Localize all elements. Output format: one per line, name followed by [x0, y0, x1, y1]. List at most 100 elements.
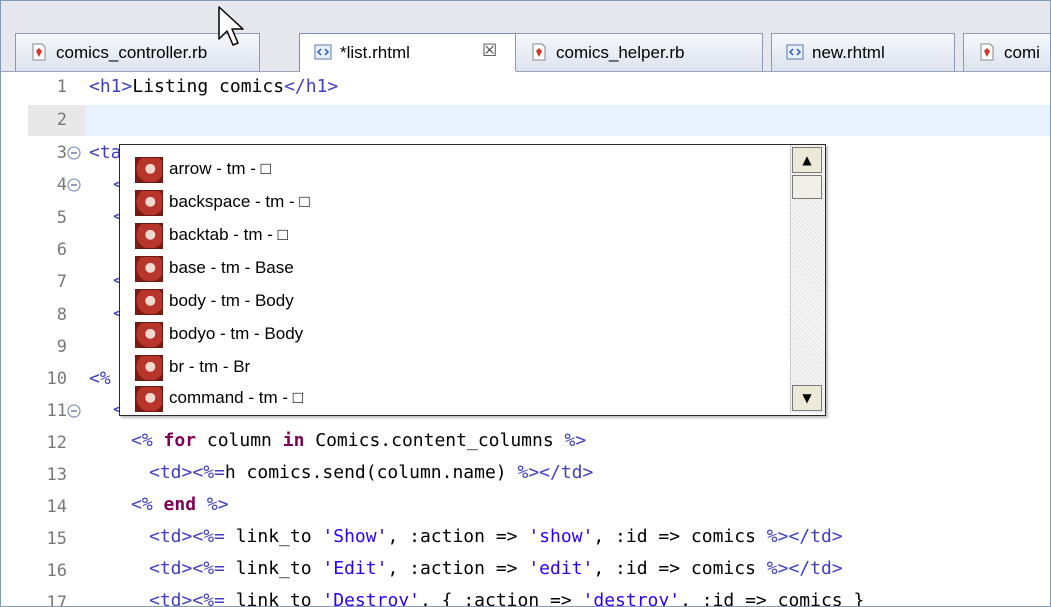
autocomplete-item[interactable]: base - tm - Base: [135, 253, 785, 285]
code-token: </td>: [788, 526, 843, 547]
code-token: <td>: [149, 558, 193, 579]
line-number: 11: [46, 401, 67, 421]
editor-tab-bar: comics_controller.rb *list.rhtml ☒ comic…: [1, 1, 1050, 72]
code-token: </td>: [788, 558, 843, 579]
code-line-12: <% for column in Comics.content_columns …: [131, 430, 586, 451]
autocomplete-item[interactable]: command - tm - □: [135, 383, 785, 415]
code-token: </h1>: [284, 76, 339, 97]
autocomplete-item-label: command - tm - □: [169, 388, 304, 407]
autocomplete-item-label: body - tm - Body: [169, 291, 294, 310]
line-number: 5: [56, 208, 67, 228]
code-token: %>: [766, 558, 789, 579]
rhtml-file-icon: [786, 44, 804, 60]
code-token: 'edit': [528, 558, 594, 579]
line-number: 7: [56, 272, 67, 292]
autocomplete-popup: arrow - tm - □ backspace - tm - □ backta…: [119, 144, 826, 416]
autocomplete-item[interactable]: body - tm - Body: [135, 286, 785, 318]
template-icon: [135, 223, 163, 249]
autocomplete-item[interactable]: arrow - tm - □: [135, 154, 785, 186]
autocomplete-item[interactable]: backspace - tm - □: [135, 187, 785, 219]
autocomplete-item-label: base - tm - Base: [169, 258, 294, 277]
code-token: 'Show': [322, 526, 388, 547]
line-number: 1: [56, 77, 67, 97]
code-token: <%=: [192, 590, 225, 607]
autocomplete-item-label: backspace - tm - □: [169, 192, 310, 211]
tab-label: *list.rhtml: [340, 43, 410, 62]
close-tab-icon[interactable]: ☒: [482, 41, 497, 61]
editor-window: comics_controller.rb *list.rhtml ☒ comic…: [0, 0, 1051, 607]
line-number: 17: [46, 593, 67, 607]
code-token: <%=: [192, 558, 225, 579]
autocomplete-item[interactable]: backtab - tm - □: [135, 220, 785, 252]
code-token: 'Destroy': [322, 590, 420, 607]
collapse-fold-icon[interactable]: [67, 178, 81, 192]
template-icon: [135, 190, 163, 216]
line-number: 9: [56, 337, 67, 357]
mouse-pointer-icon: [218, 6, 244, 46]
code-token: for: [163, 430, 197, 451]
autocomplete-item[interactable]: br - tm - Br: [135, 352, 785, 384]
code-line-3: <ta: [89, 142, 122, 163]
popup-scrollbar[interactable]: ▲ ▼: [790, 145, 825, 413]
template-icon: [135, 289, 163, 315]
tab-label: comi: [1004, 43, 1040, 62]
code-token: <%: [131, 430, 164, 451]
code-token: in: [282, 430, 305, 451]
collapse-fold-icon[interactable]: [67, 404, 81, 418]
template-icon: [135, 322, 163, 348]
tab-list-rhtml[interactable]: *list.rhtml ☒: [299, 33, 517, 72]
autocomplete-item[interactable]: bodyo - tm - Body: [135, 319, 785, 351]
tab-comics-helper[interactable]: comics_helper.rb: [515, 33, 763, 71]
code-line-10: <%: [89, 368, 111, 389]
collapse-fold-icon[interactable]: [67, 146, 81, 160]
code-line-1: <h1>Listing comics</h1>: [89, 76, 338, 97]
line-number: 14: [46, 497, 67, 517]
code-token: %>: [517, 462, 540, 483]
code-line-17: <td><%= link_to 'Destroy', { :action => …: [149, 590, 865, 607]
code-token: end: [163, 494, 197, 515]
code-token: h comics.send(column.name): [224, 462, 518, 483]
line-number: 2: [56, 110, 67, 130]
autocomplete-item-label: br - tm - Br: [169, 357, 251, 376]
current-line-highlight: [85, 105, 1050, 136]
code-token: <td>: [149, 462, 193, 483]
tab-comics-partial[interactable]: comi: [963, 33, 1050, 71]
code-token: column: [196, 430, 283, 451]
autocomplete-item-label: arrow - tm - □: [169, 159, 271, 178]
template-icon: [135, 157, 163, 183]
autocomplete-item-label: backtab - tm - □: [169, 225, 288, 244]
tab-label: comics_helper.rb: [556, 43, 685, 62]
line-number: 12: [46, 433, 67, 453]
tab-label: new.rhtml: [812, 43, 885, 62]
tab-label: comics_controller.rb: [56, 43, 208, 62]
code-token: <%: [89, 368, 111, 389]
code-token: 'Edit': [322, 558, 388, 579]
code-token: <td>: [149, 590, 193, 607]
code-token: %>: [766, 526, 789, 547]
tab-new-rhtml[interactable]: new.rhtml: [771, 33, 955, 71]
code-token: <h1>: [89, 76, 133, 97]
scroll-up-button[interactable]: ▲: [792, 147, 822, 173]
line-number: 10: [46, 369, 67, 389]
ruby-file-icon: [32, 43, 46, 61]
annotation-ruler: [1, 72, 28, 606]
code-token: <%=: [192, 526, 225, 547]
template-icon: [135, 256, 163, 282]
code-token: </td>: [539, 462, 594, 483]
code-token: <%=: [192, 462, 225, 483]
code-line-16: <td><%= link_to 'Edit', :action => 'edit…: [149, 558, 843, 579]
code-token: <%: [131, 494, 164, 515]
ruby-file-icon: [980, 43, 994, 61]
code-token: Comics.content_columns: [304, 430, 565, 451]
code-token: , :id => comics }: [680, 590, 865, 607]
line-number: 3: [56, 143, 67, 163]
scrollbar-thumb[interactable]: [792, 175, 822, 199]
scroll-down-button[interactable]: ▼: [792, 385, 822, 411]
code-token: %>: [564, 430, 587, 451]
line-number: 13: [46, 465, 67, 485]
autocomplete-item-label: bodyo - tm - Body: [169, 324, 304, 343]
code-token: <td>: [149, 526, 193, 547]
code-token: link_to: [224, 590, 323, 607]
code-token: link_to: [224, 558, 323, 579]
template-icon: [135, 386, 163, 412]
